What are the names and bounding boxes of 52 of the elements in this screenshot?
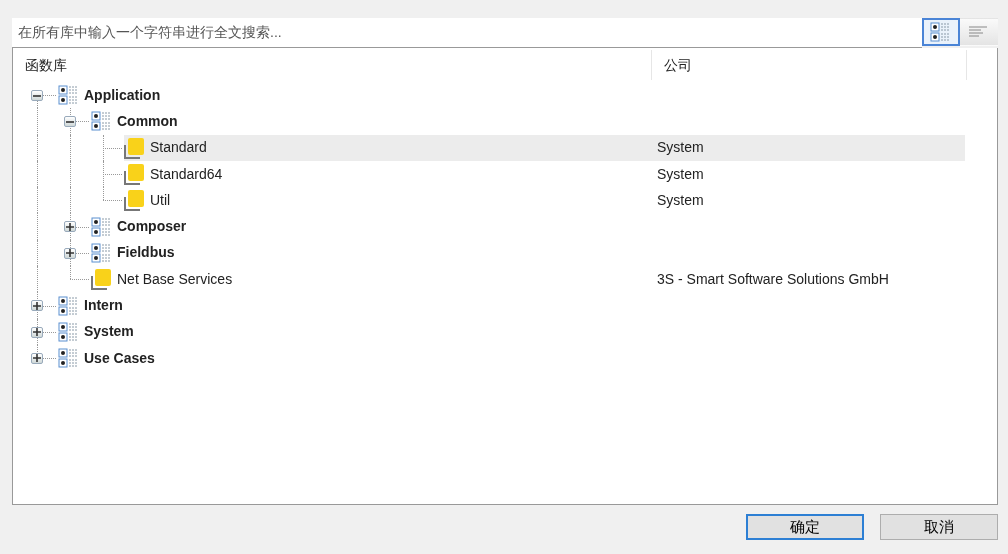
expander-icon[interactable] — [64, 221, 76, 233]
company-text: 3S - Smart Software Solutions GmbH — [657, 270, 889, 287]
expander-icon[interactable] — [64, 247, 76, 259]
search-field[interactable]: 在所有库中输入一个字符串进行全文搜索... — [12, 18, 922, 48]
node-label: Standard64 — [150, 164, 223, 184]
library-category-icon — [58, 85, 80, 106]
tree-row[interactable]: Composer — [91, 213, 965, 240]
tree-view-icon — [930, 22, 952, 42]
node-label: Composer — [117, 217, 187, 237]
tree-row[interactable]: Net Base Services 3S - Smart Software Solutions GmbH — [91, 266, 965, 293]
folder-icon — [91, 268, 113, 291]
node-label: Common — [117, 111, 178, 131]
library-category-icon — [91, 216, 113, 237]
tree-row[interactable]: Standard64 System — [124, 160, 965, 188]
view-mode-button[interactable] — [922, 18, 960, 46]
library-category-icon — [58, 295, 80, 316]
tree-row[interactable]: Util System — [124, 187, 965, 214]
folder-icon — [124, 136, 146, 159]
tree-row[interactable]: Intern — [58, 292, 965, 319]
expander-icon[interactable] — [31, 90, 43, 101]
tree-row[interactable]: Common — [91, 108, 965, 135]
node-label: Fieldbus — [117, 243, 175, 263]
column-header: 函数库 — [24, 56, 68, 75]
company-text: System — [657, 165, 704, 182]
expander-icon[interactable] — [64, 116, 76, 128]
node-label: Util — [150, 190, 171, 210]
ok-button[interactable]: 确定 — [746, 514, 864, 540]
library-category-icon — [58, 321, 80, 342]
folder-icon — [124, 189, 146, 212]
node-label: Net Base Services — [117, 269, 233, 289]
expander-icon[interactable] — [31, 352, 43, 364]
company-text: System — [657, 139, 704, 156]
tree-row[interactable]: System — [58, 318, 965, 345]
expander-icon[interactable] — [31, 326, 43, 338]
folder-icon — [124, 163, 146, 186]
tree-row[interactable]: Fieldbus — [91, 239, 965, 267]
tree-row[interactable]: Use Cases — [58, 344, 965, 372]
column-header: 公司 — [651, 50, 967, 80]
tree-row[interactable]: Application — [58, 82, 965, 109]
cancel-button[interactable]: 取消 — [880, 514, 998, 540]
node-label: Standard — [150, 138, 207, 158]
expander-icon[interactable] — [31, 300, 43, 312]
node-label: Application — [84, 85, 161, 105]
node-label: System — [84, 322, 134, 342]
node-label: Intern — [84, 296, 123, 315]
list-view-icon — [968, 26, 990, 38]
company-text: System — [657, 191, 704, 208]
node-label: Use Cases — [84, 348, 155, 368]
tree-row[interactable]: Standard System — [124, 134, 965, 161]
library-category-icon — [58, 348, 80, 369]
library-category-icon — [91, 111, 113, 132]
library-category-icon — [91, 242, 113, 263]
